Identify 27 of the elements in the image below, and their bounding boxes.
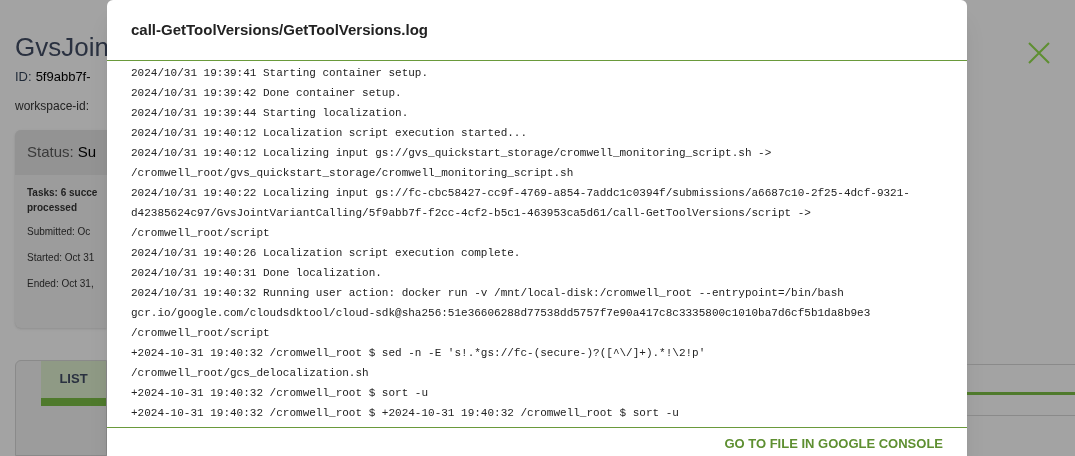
log-line: 2024/10/31 19:39:42 Done container setup.	[131, 86, 403, 101]
log-line: 2024/10/31 19:40:12 Localization script execution started...	[131, 126, 529, 141]
log-line: 2024/10/31 19:40:12 Localizing input gs://gvs_quickstart_storage/cromwell_monitoring_script.sh -> /cromwell_root/gvs_quickstart_storage/cromwell_monitoring_script.sh	[131, 146, 773, 181]
submitted-text: Submitted: Oc	[27, 224, 92, 239]
started-text: Started: Oct 31	[27, 250, 95, 265]
page-title: GvsJoin	[15, 31, 107, 64]
list-tab[interactable]: LIST	[41, 360, 106, 406]
log-line: 2024/10/31 19:40:26 Localization script execution complete.	[131, 246, 522, 261]
tasks-summary: Tasks: 6 succe	[27, 185, 95, 200]
close-icon[interactable]	[1028, 42, 1050, 64]
log-line: +2024-10-31 19:40:32 /cromwell_root $ sort -u	[131, 386, 430, 401]
log-line: +2024-10-31 19:40:32 /cromwell_root $ sed -n -E 's!.*gs://fc-(secure-)?([^\/]+).*!\2!p' /cromwell_root/gcs_delocalization.sh	[131, 346, 707, 381]
log-line: +2024-10-31 19:40:32 /cromwell_root $ +2024-10-31 19:40:32 /cromwell_root $ sort -u	[131, 406, 680, 421]
log-line: 2024/10/31 19:39:41 Starting container setup.	[131, 66, 430, 81]
modal-title: call-GetToolVersions/GetToolVersions.log	[131, 19, 428, 40]
log-line: 2024/10/31 19:40:22 Localizing input gs://fc-cbc58427-cc9f-4769-a854-7addc1c0394f/submissions/a6687c10-2f25-4dcf-9321-d42385624c97/GvsJointVariantCalling/5f9abb7f-f2cc-4cf2-b5c1-463953ca5d61/call-GetToolVersions/script -> /cromwell_root/script	[131, 186, 911, 241]
log-line: 2024/10/31 19:40:31 Done localization.	[131, 266, 383, 281]
id-value: 5f9abb7f-	[35, 68, 91, 86]
status-value: Su	[77, 141, 97, 162]
id-label: ID:	[15, 68, 32, 86]
log-line: 2024/10/31 19:40:32 Running user action: docker run -v /mnt/local-disk:/cromwell_root --entrypoint=/bin/bash gcr.io/google.com/cloudsdktool/cloud-sdk@sha256:51e36606288d77538dd5757f7e90a417c8c3335800c1010ba7d6cf5b1da8b9e3 /cromwell_root/script	[131, 286, 872, 341]
ended-text: Ended: Oct 31,	[27, 276, 95, 291]
log-line: 2024/10/31 19:39:44 Starting localization.	[131, 106, 410, 121]
workspace-label: workspace-id:	[15, 97, 91, 115]
google-console-link[interactable]: GO TO FILE IN GOOGLE CONSOLE	[724, 434, 943, 454]
status-label: Status:	[27, 141, 74, 162]
tasks-summary-cont: processed	[27, 200, 79, 215]
